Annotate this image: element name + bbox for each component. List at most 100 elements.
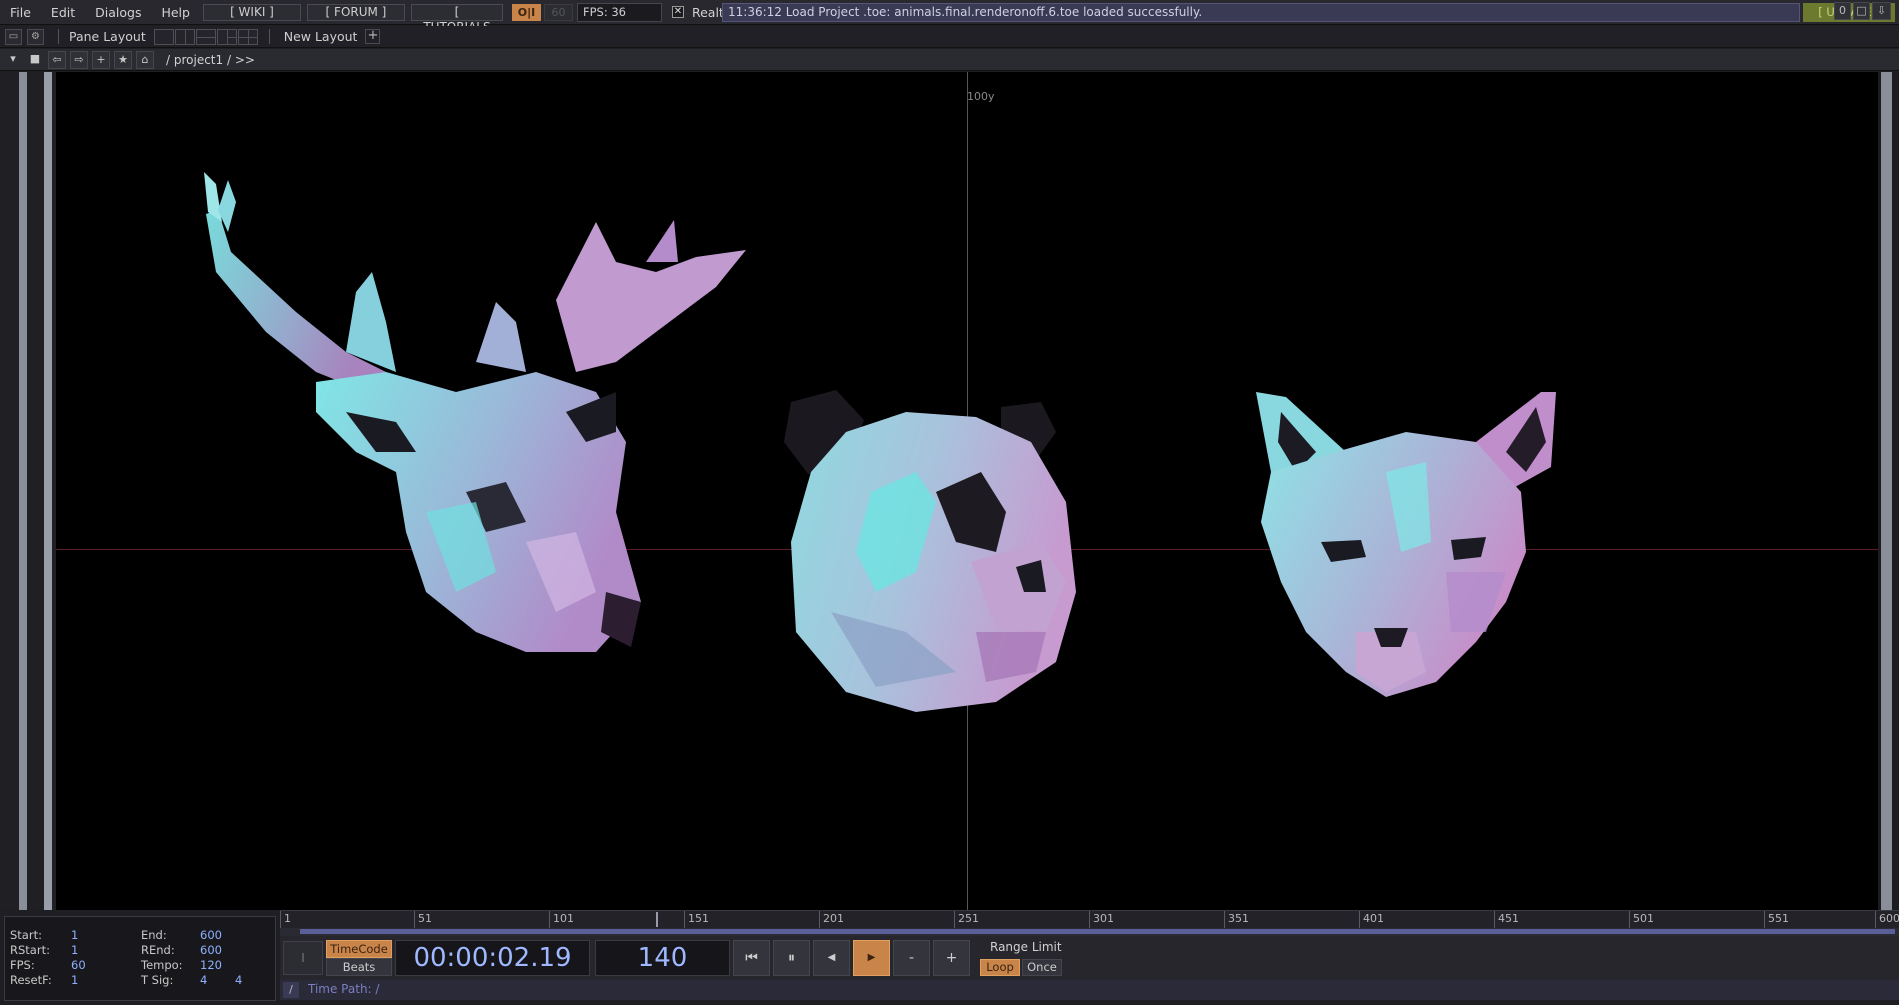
timeline-tick: 51 bbox=[414, 911, 432, 929]
fox-head bbox=[1256, 392, 1556, 697]
fps-cap-button[interactable]: 60 bbox=[543, 3, 573, 21]
menu-dialogs[interactable]: Dialogs bbox=[85, 0, 151, 25]
timeline-tick: 401 bbox=[1359, 911, 1384, 929]
tempo-label: Tempo: bbox=[141, 958, 183, 972]
maximize-pane-icon[interactable]: □ bbox=[1853, 2, 1870, 20]
layout-split-vertical-button[interactable] bbox=[174, 28, 195, 45]
end-value[interactable]: 600 bbox=[200, 928, 222, 942]
rend-value[interactable]: 600 bbox=[200, 943, 222, 957]
rewind-to-start-icon[interactable]: ⏮ bbox=[733, 940, 770, 976]
menu-file[interactable]: File bbox=[0, 0, 41, 25]
timeline-tick: 501 bbox=[1629, 911, 1654, 929]
timeline-tick: 451 bbox=[1494, 911, 1519, 929]
panda-head bbox=[784, 390, 1076, 712]
window-icon[interactable]: ▭ bbox=[5, 28, 22, 45]
home-icon[interactable]: ⌂ bbox=[136, 50, 154, 69]
timeline-tick: 1 bbox=[280, 911, 291, 929]
range-slider-fill[interactable] bbox=[300, 929, 1895, 934]
frame-display[interactable]: 140 bbox=[595, 940, 730, 976]
divider bbox=[58, 29, 59, 44]
right-scrollbar[interactable] bbox=[1881, 72, 1892, 910]
render-viewport[interactable]: 100y bbox=[56, 72, 1878, 910]
stop-icon[interactable]: ■ bbox=[26, 51, 44, 69]
scene-render bbox=[204, 172, 1556, 712]
loop-button[interactable]: Loop bbox=[980, 959, 1020, 976]
cursor-icon[interactable]: I bbox=[283, 941, 323, 975]
layout-quad-button[interactable] bbox=[237, 28, 258, 45]
timecode-button[interactable]: TimeCode bbox=[326, 940, 392, 958]
timeline-tick: 151 bbox=[684, 911, 709, 929]
range-limit-label: Range Limit bbox=[990, 940, 1062, 954]
timeline-tick: 551 bbox=[1764, 911, 1789, 929]
time-settings-panel: Start: 1 End: 600 RStart: 1 REnd: 600 FP… bbox=[4, 916, 276, 1001]
left-scrollbar[interactable] bbox=[19, 72, 27, 910]
play-forward-icon[interactable]: ▶ bbox=[853, 940, 890, 976]
layout-single-button[interactable] bbox=[153, 28, 174, 45]
start-label: Start: bbox=[10, 928, 42, 942]
menu-help[interactable]: Help bbox=[151, 0, 200, 25]
tutorials-button[interactable]: [ TUTORIALS ] bbox=[410, 3, 503, 49]
breadcrumb[interactable]: / project1 / >> bbox=[166, 53, 255, 67]
fps-label: FPS: bbox=[10, 958, 35, 972]
time-path-root-button[interactable]: / bbox=[283, 982, 299, 998]
time-path-bar: / Time Path: / bbox=[280, 980, 1899, 1000]
status-message: 11:36:12 Load Project .toe: animals.fina… bbox=[722, 3, 1800, 22]
left-edge-bar bbox=[44, 72, 52, 910]
beats-button[interactable]: Beats bbox=[326, 958, 392, 976]
timeline-tick: 351 bbox=[1224, 911, 1249, 929]
rstart-label: RStart: bbox=[10, 943, 50, 957]
start-value[interactable]: 1 bbox=[71, 928, 78, 942]
layout-three-pane-button[interactable] bbox=[216, 28, 237, 45]
tsig-denominator[interactable]: 4 bbox=[235, 973, 242, 987]
step-back-button[interactable]: - bbox=[893, 940, 930, 976]
perform-toggle-button[interactable]: O|I bbox=[511, 3, 541, 21]
pane-counter: 0 bbox=[1834, 2, 1851, 20]
fps-value[interactable]: 60 bbox=[71, 958, 86, 972]
pane-layout-bar: ▭ ⚙ Pane Layout New Layout + bbox=[0, 26, 1899, 48]
transport-bar: I TimeCode Beats 00:00:02.19 140 ⏮ ⏸ ◀ ▶… bbox=[280, 936, 1899, 980]
timeline-ruler[interactable]: 1 51 101 151 201 251 301 351 401 451 501… bbox=[280, 910, 1899, 929]
right-side-strip bbox=[1878, 72, 1899, 910]
play-reverse-icon[interactable]: ◀ bbox=[813, 940, 850, 976]
once-button[interactable]: Once bbox=[1022, 959, 1062, 976]
deer-head bbox=[204, 172, 746, 652]
pane-menu-icon[interactable]: ▾ bbox=[4, 51, 22, 69]
fps-readout: FPS: 36 bbox=[576, 2, 662, 22]
timeline-tick: 301 bbox=[1089, 911, 1114, 929]
menu-edit[interactable]: Edit bbox=[41, 0, 85, 25]
tempo-value[interactable]: 120 bbox=[200, 958, 222, 972]
timeline-tick: 600 bbox=[1875, 911, 1899, 929]
new-layout-label: New Layout bbox=[283, 29, 358, 44]
layout-split-horizontal-button[interactable] bbox=[195, 28, 216, 45]
timecode-display[interactable]: 00:00:02.19 bbox=[395, 940, 590, 976]
path-bar: ▾ ■ ⇦ ⇨ + ★ ⌂ / project1 / >> bbox=[0, 49, 1899, 71]
time-path-label[interactable]: Time Path: / bbox=[308, 982, 379, 996]
step-forward-button[interactable]: + bbox=[933, 940, 970, 976]
back-arrow-icon[interactable]: ⇦ bbox=[48, 50, 66, 69]
timeline-tick: 201 bbox=[819, 911, 844, 929]
end-label: End: bbox=[141, 928, 167, 942]
resetf-value[interactable]: 1 bbox=[71, 973, 78, 987]
tsig-numerator[interactable]: 4 bbox=[200, 973, 207, 987]
pane-download-icon[interactable]: ⇩ bbox=[1872, 2, 1891, 20]
add-layout-button[interactable]: + bbox=[365, 29, 381, 44]
forum-button[interactable]: [ FORUM ] bbox=[306, 3, 405, 21]
tsig-label: T Sig: bbox=[141, 973, 174, 987]
rstart-value[interactable]: 1 bbox=[71, 943, 78, 957]
bookmark-star-icon[interactable]: ★ bbox=[114, 50, 132, 69]
timeline-tick: 251 bbox=[954, 911, 979, 929]
range-slider[interactable] bbox=[280, 928, 1899, 936]
wiki-button[interactable]: [ WIKI ] bbox=[202, 3, 301, 21]
resetf-label: ResetF: bbox=[10, 973, 52, 987]
left-side-strip bbox=[0, 72, 56, 910]
network-icon[interactable]: ⚙ bbox=[27, 28, 44, 45]
timeline-tick: 101 bbox=[549, 911, 574, 929]
add-icon[interactable]: + bbox=[92, 50, 110, 69]
forward-arrow-icon[interactable]: ⇨ bbox=[70, 50, 88, 69]
realtime-checkbox[interactable]: ✕ bbox=[671, 6, 684, 18]
pane-layout-label: Pane Layout bbox=[69, 29, 146, 44]
pause-icon[interactable]: ⏸ bbox=[773, 940, 810, 976]
playhead-marker[interactable] bbox=[656, 912, 658, 927]
rend-label: REnd: bbox=[141, 943, 175, 957]
divider bbox=[268, 29, 270, 44]
